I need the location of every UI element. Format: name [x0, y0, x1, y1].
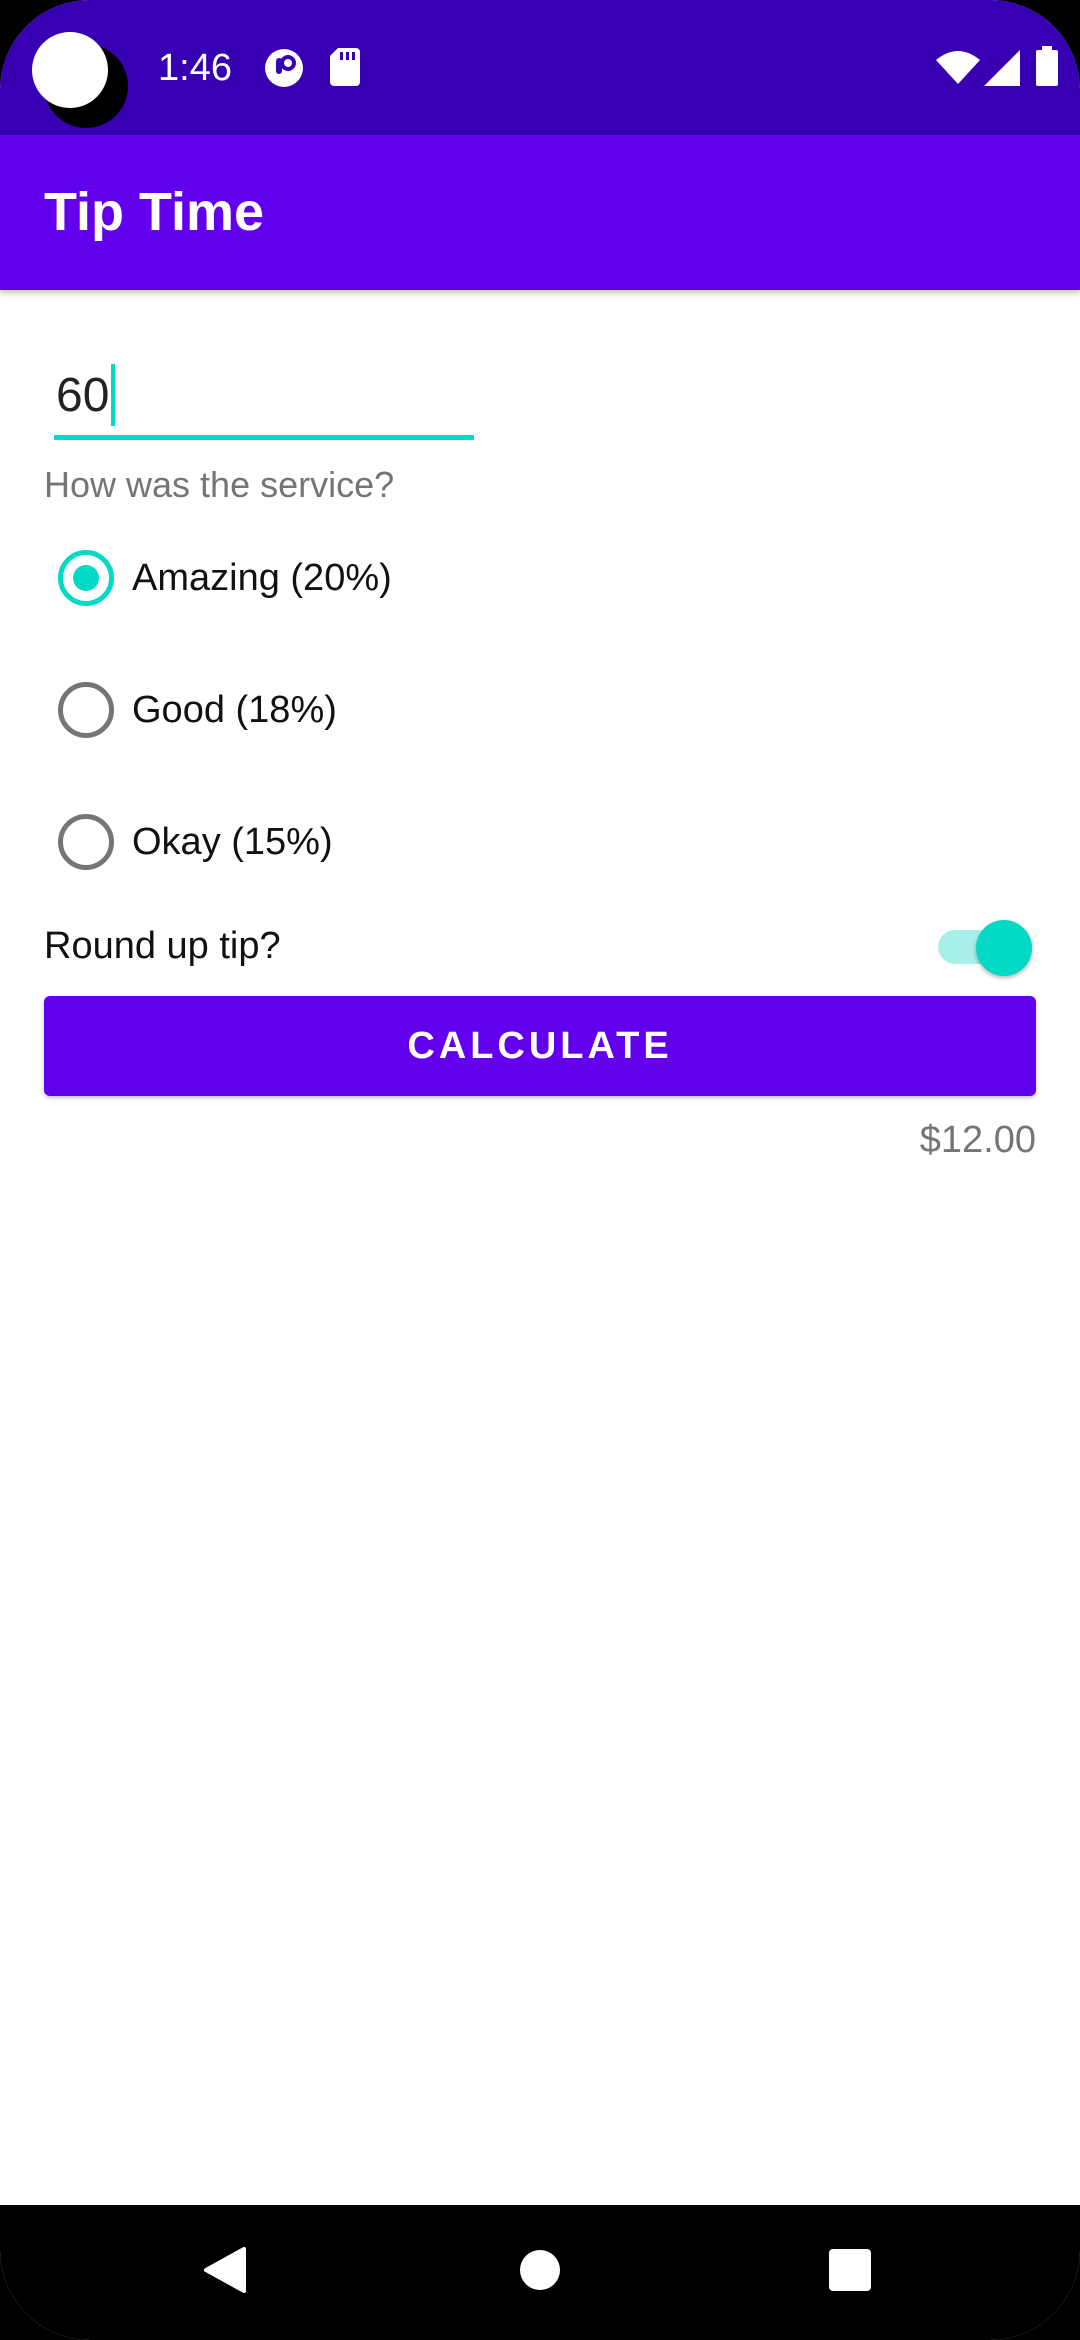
calculate-button-label: CALCULATE	[407, 1024, 673, 1067]
app-notification-icon	[264, 48, 304, 93]
cost-value: 60	[56, 369, 110, 422]
home-button[interactable]	[495, 2205, 585, 2340]
radio-checked-icon	[58, 550, 114, 606]
phone-screen: 1:46 Tip Time 60 How was the service? Am…	[0, 0, 1080, 2340]
wifi-icon	[936, 50, 980, 89]
signal-icon	[984, 50, 1020, 91]
radio-label-okay: Okay (15%)	[132, 821, 333, 863]
camera-cutout	[32, 32, 108, 108]
calculate-button[interactable]: CALCULATE	[44, 996, 1036, 1096]
tip-result: $12.00	[919, 1119, 1036, 1161]
sd-card-icon	[330, 48, 360, 91]
round-up-label: Round up tip?	[44, 925, 281, 967]
tip-form: 60 How was the service? Amazing (20%) Go…	[0, 290, 1080, 2205]
navigation-bar	[0, 2205, 1080, 2340]
back-button[interactable]	[180, 2205, 270, 2340]
radio-label-good: Good (18%)	[132, 689, 337, 731]
home-icon	[519, 2249, 561, 2296]
radio-unchecked-icon	[58, 814, 114, 870]
switch-thumb	[976, 920, 1032, 976]
cost-value-wrap: 60	[56, 364, 116, 426]
status-time: 1:46	[158, 47, 232, 89]
radio-dot	[73, 565, 99, 591]
radio-label-amazing: Amazing (20%)	[132, 557, 392, 599]
radio-option-okay[interactable]: Okay (15%)	[58, 812, 333, 872]
recents-button[interactable]	[805, 2205, 895, 2340]
cost-of-service-input[interactable]: 60	[54, 354, 474, 440]
text-cursor	[111, 364, 116, 426]
recents-icon	[829, 2249, 871, 2296]
radio-option-good[interactable]: Good (18%)	[58, 680, 337, 740]
round-up-switch[interactable]	[938, 914, 1032, 976]
app-title: Tip Time	[44, 182, 265, 242]
back-icon	[204, 2247, 246, 2298]
battery-icon	[1036, 46, 1058, 91]
radio-option-amazing[interactable]: Amazing (20%)	[58, 548, 392, 608]
service-question-label: How was the service?	[44, 464, 395, 505]
status-bar: 1:46	[0, 0, 1080, 135]
app-bar: Tip Time	[0, 135, 1080, 290]
radio-unchecked-icon	[58, 682, 114, 738]
